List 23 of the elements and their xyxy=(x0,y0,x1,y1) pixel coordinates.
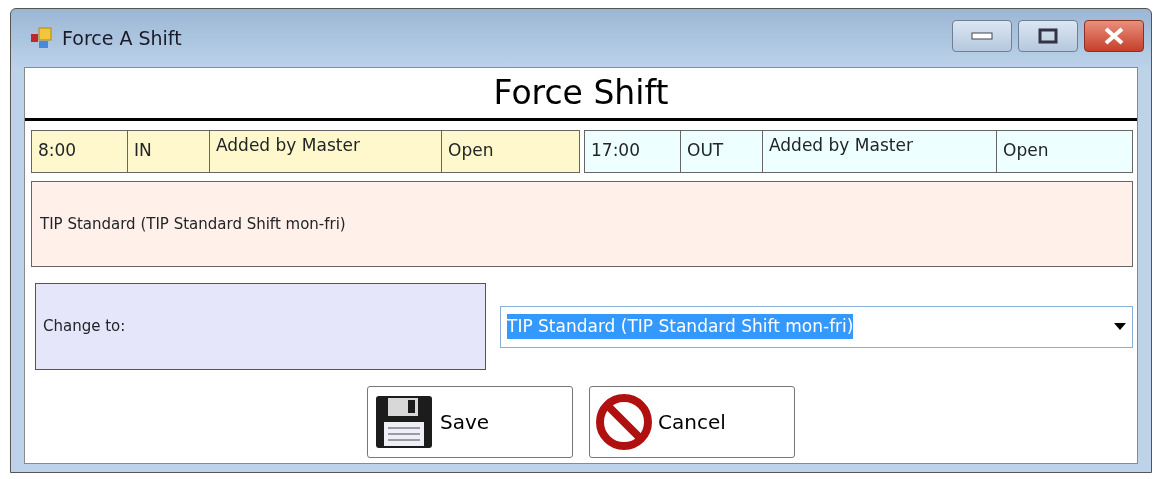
time-cell: 8:00 xyxy=(32,131,128,172)
save-button[interactable]: Save xyxy=(367,386,573,458)
direction-cell: OUT xyxy=(681,131,763,172)
maximize-button[interactable] xyxy=(1018,20,1078,52)
close-icon xyxy=(1102,27,1126,45)
form-heading: Force Shift xyxy=(492,72,670,114)
app-icon xyxy=(30,27,54,49)
minimize-button[interactable] xyxy=(952,20,1012,52)
minimize-icon xyxy=(971,32,993,40)
window-title: Force A Shift xyxy=(62,25,182,51)
dropdown-arrow-icon xyxy=(1114,323,1126,330)
current-shift-text: TIP Standard (TIP Standard Shift mon-fri) xyxy=(40,213,346,235)
note-cell: Added by Master xyxy=(210,131,442,172)
status-cell-text: Open xyxy=(447,139,495,162)
prohibited-icon xyxy=(596,394,652,450)
time-cell: 17:00 xyxy=(585,131,681,172)
close-button[interactable] xyxy=(1084,20,1144,52)
note-cell: Added by Master xyxy=(763,131,997,172)
cancel-button[interactable]: Cancel xyxy=(589,386,795,458)
maximize-icon xyxy=(1038,28,1058,44)
status-cell-text: Open xyxy=(1002,139,1050,162)
change-to-label: Change to: xyxy=(43,316,126,338)
direction-cell: IN xyxy=(128,131,210,172)
